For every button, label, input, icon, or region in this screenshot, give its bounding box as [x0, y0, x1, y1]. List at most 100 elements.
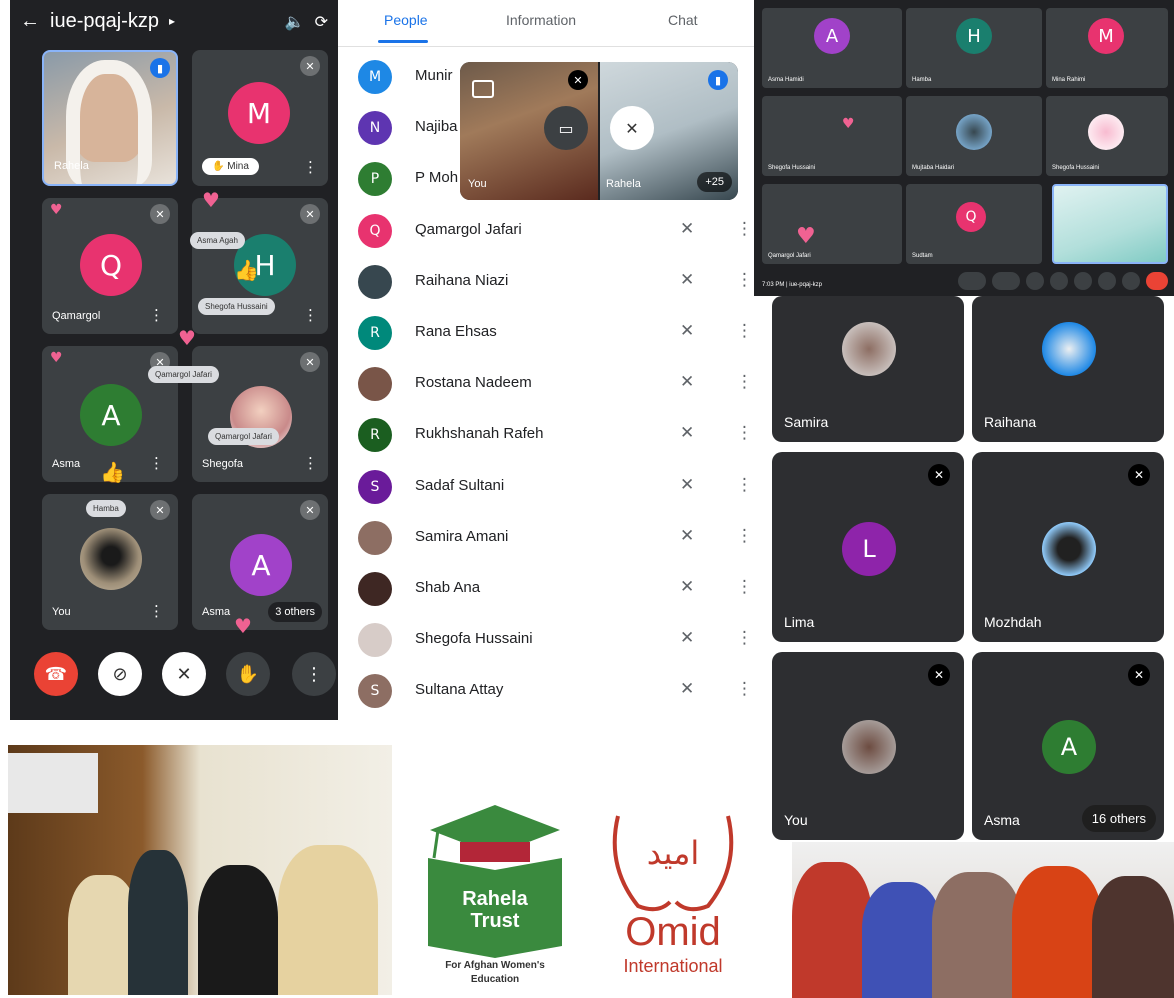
more-options-icon[interactable]: ⋮ [736, 219, 753, 239]
more-options-icon[interactable]: ⋮ [736, 475, 753, 495]
participant-row[interactable]: S Sultana Attay ✕ ⋮ [358, 670, 753, 710]
tile-mina[interactable]: M ✋ Mina ✕ ⋮ [192, 50, 328, 186]
participant-row[interactable]: R Rana Ehsas ✕ ⋮ [358, 312, 753, 352]
heart-reaction-icon: ♥ [202, 188, 220, 212]
small-tile[interactable]: ♥ Shegofa Hussaini [762, 96, 902, 176]
small-tile[interactable]: ♥ Qamargol Jafari [762, 184, 902, 264]
end-call-button[interactable]: ☎ [34, 652, 78, 696]
tile-mozhdah[interactable]: ✕ Mozhdah [972, 452, 1164, 642]
small-tile[interactable]: Mujtaba Haidari [906, 96, 1042, 176]
small-tile[interactable]: M Mina Rahimi [1046, 8, 1168, 88]
more-options-button[interactable]: ⋮ [292, 652, 336, 696]
reactions-button[interactable] [1050, 272, 1068, 290]
mic-off-icon: ✕ [1128, 664, 1150, 686]
minimize-icon[interactable] [472, 80, 494, 98]
participant-row[interactable]: Shegofa Hussaini ✕ ⋮ [358, 619, 753, 659]
participant-name: P Moh [415, 169, 459, 187]
mic-off-icon[interactable]: ✕ [680, 321, 694, 341]
mic-off-icon[interactable]: ✕ [680, 270, 694, 290]
tile-raihana[interactable]: Raihana [972, 296, 1164, 442]
small-tile[interactable]: Q Sudtam [906, 184, 1042, 264]
mic-button[interactable] [958, 272, 986, 290]
more-options-icon[interactable]: ⋮ [149, 454, 164, 472]
mic-off-icon[interactable]: ✕ [680, 372, 694, 392]
others-chip[interactable]: 16 others [1081, 805, 1156, 832]
participant-avatar [358, 367, 392, 402]
more-options-icon[interactable]: ⋮ [736, 321, 753, 341]
more-options-icon[interactable]: ⋮ [303, 454, 318, 472]
tab-chat[interactable]: Chat [668, 12, 698, 28]
name-chip: Shegofa Hussaini [198, 298, 275, 315]
tile-rahela[interactable]: Rahela ▮ [42, 50, 178, 186]
more-options-icon[interactable]: ⋮ [149, 306, 164, 324]
mic-off-icon[interactable]: ✕ [680, 526, 694, 546]
chevron-right-icon[interactable]: ▸ [169, 14, 175, 28]
participant-name: Raihana Niazi [415, 271, 509, 289]
participant-row[interactable]: Q Qamargol Jafari ✕ ⋮ [358, 210, 753, 250]
tile-you[interactable]: ✕ You [772, 652, 964, 840]
hand-button[interactable] [1098, 272, 1116, 290]
mic-off-button[interactable]: ✕ [162, 652, 206, 696]
mic-off-icon[interactable]: ✕ [680, 219, 694, 239]
tile-shegofa-hussaini[interactable]: H Shegofa Hussaini ✕ ⋮ [192, 198, 328, 334]
camera-button[interactable] [992, 272, 1020, 290]
hand-raised-badge: ✋ Mina [202, 158, 259, 175]
more-options-icon[interactable]: ⋮ [736, 577, 753, 597]
mic-off-icon[interactable]: ✕ [680, 628, 694, 648]
speaker-icon[interactable]: 🔈 [285, 12, 305, 31]
reaction-label: Qamargol Jafari [208, 428, 279, 445]
mic-off-icon[interactable]: ✕ [680, 679, 694, 699]
switch-camera-icon[interactable]: ⟳ [315, 12, 328, 31]
more-options-icon[interactable]: ⋮ [736, 270, 753, 290]
more-options-icon[interactable]: ⋮ [736, 679, 753, 699]
participant-row[interactable]: S Sadaf Sultani ✕ ⋮ [358, 466, 753, 506]
more-options-icon[interactable]: ⋮ [303, 306, 318, 324]
small-tile[interactable]: Shegofa Hussaini [1046, 96, 1168, 176]
more-options-icon[interactable]: ⋮ [149, 602, 164, 620]
participant-row[interactable]: R Rukhshanah Rafeh ✕ ⋮ [358, 414, 753, 454]
mic-off-icon[interactable]: ✕ [680, 577, 694, 597]
captions-button[interactable] [1026, 272, 1044, 290]
more-options-icon[interactable]: ⋮ [736, 526, 753, 546]
participant-row[interactable]: Raihana Niazi ✕ ⋮ [358, 261, 753, 301]
arrow-left-icon[interactable]: ← [20, 10, 40, 33]
participant-avatar [358, 572, 392, 606]
small-tile[interactable]: H Hamba [906, 8, 1042, 88]
participant-name: Najiba [415, 118, 458, 136]
participant-row[interactable]: Shab Ana ✕ ⋮ [358, 568, 753, 608]
tab-people[interactable]: People [384, 12, 428, 28]
small-tile-video[interactable] [1052, 184, 1168, 264]
camera-toggle-icon[interactable]: ▭ [544, 106, 588, 150]
pip-count-badge[interactable]: +25 [697, 172, 732, 192]
mic-off-icon[interactable]: ✕ [680, 475, 694, 495]
present-button[interactable] [1074, 272, 1092, 290]
more-options-icon[interactable]: ⋮ [736, 423, 753, 443]
camera-off-button[interactable]: ⊘ [98, 652, 142, 696]
end-call-button[interactable] [1146, 272, 1168, 290]
small-tile[interactable]: A Asma Hamidi [762, 8, 902, 88]
tile-samira[interactable]: Samira [772, 296, 964, 442]
participant-name: Shab Ana [415, 579, 481, 596]
pip-label-you: You [468, 178, 487, 190]
more-options-icon[interactable]: ⋮ [303, 158, 318, 176]
more-options-icon[interactable]: ⋮ [736, 372, 753, 392]
tile-qamargol[interactable]: ♥ Q Qamargol ✕ ⋮ [42, 198, 178, 334]
mic-off-icon[interactable]: ✕ [610, 106, 654, 150]
avatar: A [80, 384, 142, 446]
raise-hand-button[interactable]: ✋ [226, 652, 270, 696]
more-options-icon[interactable]: ⋮ [736, 628, 753, 648]
more-button[interactable] [1122, 272, 1140, 290]
mic-off-icon: ✕ [300, 352, 320, 372]
tile-lima[interactable]: ✕ L Lima [772, 452, 964, 642]
tile-name: Lima [784, 614, 815, 630]
participant-row[interactable]: Rostana Nadeem ✕ ⋮ [358, 363, 753, 403]
others-chip[interactable]: 3 others [268, 602, 322, 622]
pip-overlay[interactable]: You Rahela +25 ▭ ✕ ✕ ▮ [460, 62, 738, 200]
tab-information[interactable]: Information [506, 12, 576, 28]
people-panel: People Information Chat M Munir N Najiba P P … [338, 0, 754, 720]
tile-asma-others[interactable]: A Asma 3 others ✕ [192, 494, 328, 630]
classroom-photo-left [8, 745, 392, 995]
tile-asma-others[interactable]: ✕ A Asma 16 others [972, 652, 1164, 840]
participant-row[interactable]: Samira Amani ✕ ⋮ [358, 517, 753, 557]
mic-off-icon[interactable]: ✕ [680, 423, 694, 443]
